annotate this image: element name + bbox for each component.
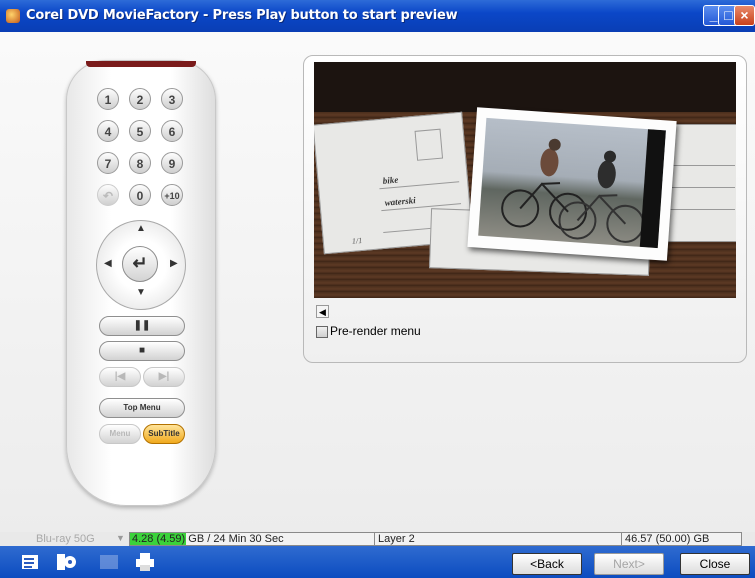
stamp-box	[414, 128, 444, 161]
settings-list-icon[interactable]	[20, 551, 42, 573]
stop-button[interactable]: ■	[99, 341, 185, 361]
enter-button[interactable]: ↵	[122, 246, 158, 282]
disc-type-select[interactable]: Blu-ray 50G	[36, 532, 128, 546]
num-2-button[interactable]: 2	[129, 88, 151, 110]
print-icon[interactable]	[134, 551, 156, 573]
num-4-button[interactable]: 4	[97, 120, 119, 142]
photo-frame	[467, 107, 677, 261]
return-button[interactable]: ↶	[97, 184, 119, 206]
plus10-button[interactable]: +10	[161, 184, 183, 206]
disc-image-icon[interactable]	[98, 551, 120, 573]
previous-button[interactable]: |◀	[99, 367, 141, 387]
close-window-button[interactable]: ×	[734, 5, 755, 26]
top-menu-button[interactable]: Top Menu	[99, 398, 185, 418]
card-text-bike: bike	[382, 174, 399, 186]
chevron-down-icon[interactable]: ▼	[116, 533, 125, 543]
menu-preview: bike waterski 1/1	[314, 62, 736, 298]
num-0-button[interactable]: 0	[129, 184, 151, 206]
num-6-button[interactable]: 6	[161, 120, 183, 142]
num-5-button[interactable]: 5	[129, 120, 151, 142]
return-icon: ↶	[102, 189, 114, 203]
enter-icon: ↵	[132, 253, 148, 273]
pause-button[interactable]: ❚❚	[99, 316, 185, 336]
cyclist-illustration	[501, 129, 666, 249]
speaker-icon: ◀	[319, 307, 326, 317]
used-capacity-text: 4.28 (4.59) GB / 24 Min 30 Sec	[132, 533, 284, 545]
back-button[interactable]: <Back	[512, 553, 582, 575]
project-settings-icon[interactable]	[55, 551, 77, 573]
next-icon: ▶|	[158, 371, 170, 382]
close-button[interactable]: Close	[680, 553, 750, 575]
prerender-checkbox[interactable]	[316, 326, 328, 338]
app-icon	[6, 9, 20, 23]
left-arrow-icon[interactable]: ◀	[104, 259, 112, 269]
down-arrow-icon[interactable]: ▼	[136, 288, 146, 298]
meter-divider-2	[621, 532, 622, 546]
speaker-button[interactable]: ◀	[316, 305, 329, 318]
prerender-label: Pre-render menu	[330, 324, 421, 338]
pause-icon: ❚❚	[133, 320, 151, 331]
total-capacity-text: 46.57 (50.00) GB	[625, 533, 710, 545]
next-chapter-button[interactable]: ▶|	[143, 367, 185, 387]
page-indicator: 1/1	[351, 235, 363, 246]
title-bar: Corel DVD MovieFactory - Press Play butt…	[0, 0, 755, 32]
num-1-button[interactable]: 1	[97, 88, 119, 110]
num-8-button[interactable]: 8	[129, 152, 151, 174]
bike-photo	[478, 117, 666, 249]
num-7-button[interactable]: 7	[97, 152, 119, 174]
stop-icon: ■	[138, 345, 146, 356]
next-button[interactable]: Next>	[594, 553, 664, 575]
remote-led	[86, 61, 196, 67]
meter-divider	[374, 532, 375, 546]
layer-text: Layer 2	[378, 533, 415, 545]
previous-icon: |◀	[114, 371, 126, 382]
num-9-button[interactable]: 9	[161, 152, 183, 174]
subtitle-button[interactable]: SubTitle	[143, 424, 185, 444]
right-arrow-icon[interactable]: ▶	[170, 259, 178, 269]
up-arrow-icon[interactable]: ▲	[136, 224, 146, 234]
card-text-waterski: waterski	[384, 195, 417, 208]
num-3-button[interactable]: 3	[161, 88, 183, 110]
window-title: Corel DVD MovieFactory - Press Play butt…	[26, 8, 458, 23]
menu-button[interactable]: Menu	[99, 424, 141, 444]
